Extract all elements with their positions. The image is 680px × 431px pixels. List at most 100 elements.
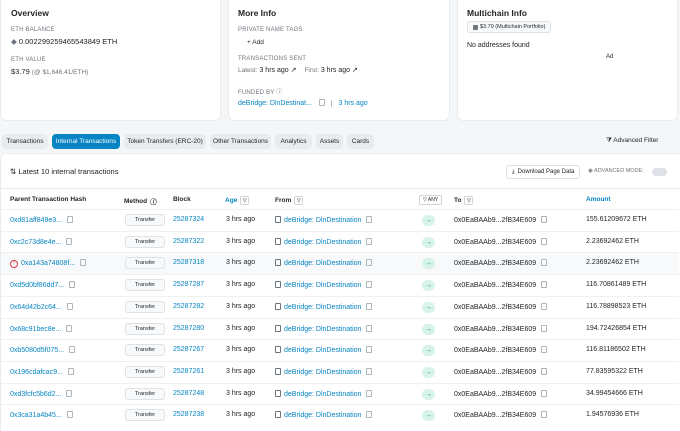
from-link[interactable]: deBridge: DlnDestination [284,369,361,376]
add-tag-button[interactable]: + Add [247,39,264,46]
multichain-portfolio-badge[interactable]: $3.79 (Multichain Portfolio) [467,21,552,33]
copy-icon[interactable] [366,367,373,375]
from-link[interactable]: deBridge: DlnDestination [284,282,361,289]
funded-time-link[interactable]: 3 hrs ago [339,100,368,107]
tab-cards[interactable]: Cards [347,134,374,149]
eth-balance-label: ETH BALANCE [11,27,55,33]
copy-icon[interactable] [366,389,373,397]
copy-icon[interactable] [541,367,548,375]
to-filter-icon[interactable]: ▽ [464,196,474,205]
advanced-mode-toggle[interactable] [652,168,667,176]
from-link[interactable]: deBridge: DlnDestination [284,412,361,419]
table-body: 0xd81aff849e3... Transfer 25287324 3 hrs ag… [1,209,680,431]
block-link[interactable]: 25287287 [173,281,204,288]
copy-icon[interactable] [69,281,76,289]
multichain-title: Multichain Info [467,8,527,18]
tx-hash-link[interactable]: 0xa143a74808f... [21,260,75,267]
copy-icon[interactable] [541,216,548,223]
table-row: 0x68c91bec8e... Transfer 25287280 3 hrs ago… [1,317,679,340]
from-link[interactable]: deBridge: DlnDestination [284,347,361,354]
tab-analytics[interactable]: Analytics [275,134,312,149]
header-amount[interactable]: Amount [586,196,611,203]
block-link[interactable]: 25287324 [173,216,204,223]
tx-hash-link[interactable]: 0x196cdafcac9... [10,369,63,376]
from-link[interactable]: deBridge: DlnDestination [284,326,361,333]
copy-icon[interactable] [366,281,373,289]
from-link[interactable]: deBridge: DlnDestination [284,260,361,267]
block-link[interactable]: 25287282 [173,303,204,310]
more-info-title: More Info [238,8,277,18]
from-link[interactable]: deBridge: DlnDestination [284,217,361,224]
portfolio-icon [473,24,478,30]
copy-icon[interactable] [541,237,548,245]
copy-icon[interactable] [66,324,73,332]
copy-icon[interactable] [366,237,373,245]
amount-cell: 34.99454666 ETH [586,389,643,397]
block-link[interactable]: 25287248 [173,390,204,397]
method-badge: Transfer [125,214,165,226]
tx-hash-link[interactable]: 0x68c91bec8e... [10,326,61,333]
copy-icon[interactable] [366,411,373,419]
tab-other-transactions[interactable]: Other Transactions [210,134,271,149]
copy-icon[interactable] [541,259,548,267]
method-badge: Transfer [125,409,165,422]
copy-icon[interactable] [541,281,548,289]
copy-icon[interactable] [67,216,74,223]
copy-icon[interactable] [366,259,373,267]
tx-hash-link[interactable]: 0x64d42b2c64... [10,304,62,311]
from-link[interactable]: deBridge: DlnDestination [284,304,361,311]
block-link[interactable]: 25287238 [173,411,204,418]
header-age[interactable]: Age ▽ [225,196,250,205]
copy-icon[interactable] [366,302,373,310]
download-page-data-button[interactable]: ⤓ Download Page Data [506,165,581,179]
first-link-icon[interactable]: ↗ [352,67,358,74]
block-link[interactable]: 25287318 [173,259,204,266]
copy-icon[interactable] [80,259,87,267]
advanced-filter-button[interactable]: ⧩ Advanced Filter [606,137,658,145]
download-icon: ⤓ [512,168,515,175]
block-link[interactable]: 25287267 [173,346,204,353]
copy-icon[interactable] [541,346,548,354]
tab-transactions[interactable]: Transactions [2,134,48,149]
tx-hash-link[interactable]: 0xd81aff849e3... [10,217,62,224]
copy-icon[interactable] [66,389,73,397]
copy-icon[interactable] [541,324,548,332]
from-link[interactable]: deBridge: DlnDestination [284,391,361,398]
method-info-icon[interactable]: ⓘ [150,196,157,206]
direction-filter-button[interactable]: ▽ ANY [419,195,443,205]
copy-icon[interactable] [67,367,74,375]
age-filter-icon[interactable]: ▽ [240,196,250,205]
copy-icon[interactable] [66,411,73,419]
copy-icon[interactable] [541,389,548,397]
header-age-text: Age [225,197,238,204]
funded-by-link[interactable]: deBridge: DlnDestinat... [238,100,312,107]
tx-hash-link[interactable]: 0xd5d0bf86dd7... [10,282,64,289]
tx-hash-link[interactable]: 0xd3fcfc5b6d2... [10,391,61,398]
tx-hash-link[interactable]: 0xb5080d5f075... [10,347,64,354]
tab-internal-transactions[interactable]: Internal Transactions [52,134,120,149]
copy-icon[interactable] [541,411,548,419]
block-link[interactable]: 25287261 [173,368,204,375]
copy-icon[interactable] [66,237,73,245]
from-filter-icon[interactable]: ▽ [294,196,304,205]
age-cell: 3 hrs ago [226,216,256,223]
copy-icon[interactable] [541,302,548,310]
copy-icon[interactable] [66,302,73,310]
arrow-right-icon: → [422,345,435,357]
copy-icon[interactable] [69,346,76,354]
copy-icon[interactable] [366,216,373,223]
amount-cell: 155.61209672 ETH [586,216,647,223]
tx-hash-link[interactable]: 0xc2c73d8e4e... [10,239,61,246]
eye-icon: ◉ [588,168,593,174]
to-address: 0x0EaBAAb9...2fB34E609 [454,325,537,333]
latest-link-icon[interactable]: ↗ [291,67,297,74]
tab-assets[interactable]: Assets [316,134,343,149]
tab-token-transfers[interactable]: Token Transfers (ERC-20) [124,134,206,149]
copy-icon[interactable] [318,99,325,106]
block-link[interactable]: 25287322 [173,238,204,245]
copy-icon[interactable] [366,346,373,354]
copy-icon[interactable] [366,324,373,332]
block-link[interactable]: 25287280 [173,325,204,332]
tx-hash-link[interactable]: 0x3ca31a4b45... [10,412,62,419]
from-link[interactable]: deBridge: DlnDestination [284,239,361,246]
